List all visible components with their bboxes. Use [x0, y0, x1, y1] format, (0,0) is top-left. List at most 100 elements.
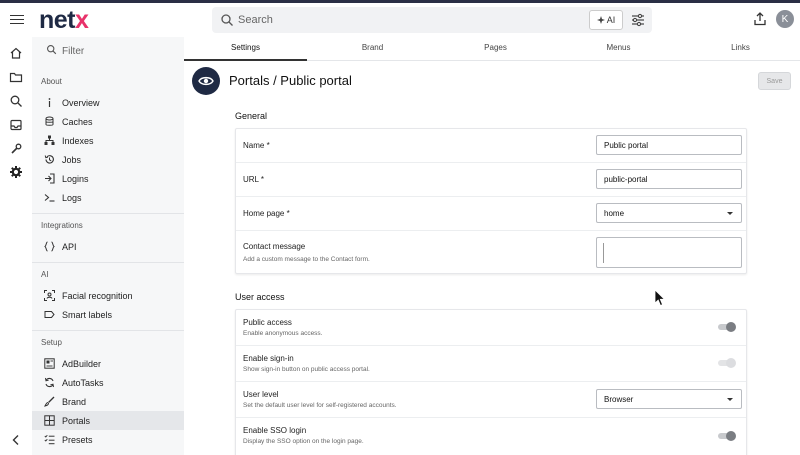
- sidebar-item-facial-recognition[interactable]: Facial recognition: [32, 286, 184, 305]
- hierarchy-icon: [44, 135, 55, 145]
- name-field[interactable]: [596, 135, 742, 155]
- contact-message-label: Contact message: [243, 242, 306, 251]
- enable-sign-in-description: Show sign-in button on public access por…: [243, 366, 370, 373]
- home-icon[interactable]: [9, 46, 23, 60]
- user-level-value: Browser: [604, 395, 634, 404]
- enable-sso-description: Display the SSO option on the login page…: [243, 438, 364, 445]
- name-row: Name *: [236, 129, 746, 163]
- public-access-label: Public access: [243, 318, 292, 327]
- sidebar-item-label: Brand: [62, 397, 87, 407]
- sidebar-item-adbuilder[interactable]: AdBuilder: [32, 354, 184, 373]
- sidebar-item-label: Presets: [62, 435, 93, 445]
- settings-tabs: Settings Brand Pages Menus Links: [184, 37, 800, 61]
- login-icon: [45, 173, 55, 184]
- sidebar-item-logins[interactable]: Logins: [32, 169, 184, 188]
- sidebar-item-label: Jobs: [62, 155, 82, 165]
- eye-icon: [198, 76, 214, 86]
- url-label: URL *: [243, 175, 265, 184]
- mouse-cursor-icon: [654, 289, 666, 307]
- refresh-icon: [45, 377, 54, 388]
- contact-message-row: Contact message Add a custom message to …: [236, 231, 746, 273]
- sidebar-item-label: Logins: [62, 174, 89, 184]
- search-icon[interactable]: [9, 94, 23, 108]
- settings-sidebar: About Overview Caches Indexes Jobs Login…: [32, 37, 184, 455]
- left-rail: [0, 37, 32, 455]
- chevron-left-icon[interactable]: [11, 434, 21, 446]
- toggle-knob: [726, 322, 736, 332]
- sparkle-icon: [596, 16, 605, 24]
- sidebar-filter: [46, 43, 176, 59]
- ai-button-label: AI: [606, 15, 616, 25]
- contact-message-textarea[interactable]: [596, 237, 742, 268]
- sidebar-item-caches[interactable]: Caches: [32, 112, 184, 131]
- section-heading-about: About: [41, 77, 62, 86]
- caret-down-icon: [727, 398, 733, 401]
- public-access-toggle[interactable]: [718, 322, 736, 332]
- sidebar-item-api[interactable]: API: [32, 237, 184, 256]
- avatar[interactable]: K: [776, 10, 794, 28]
- home-page-label: Home page *: [243, 209, 290, 218]
- search-input[interactable]: [238, 10, 588, 30]
- sidebar-item-logs[interactable]: Logs: [32, 188, 184, 207]
- braces-icon: [44, 241, 55, 252]
- upload-icon[interactable]: [753, 12, 767, 26]
- toggle-knob: [726, 358, 736, 368]
- url-field[interactable]: [596, 169, 742, 189]
- user-level-select[interactable]: Browser: [596, 389, 742, 409]
- gear-icon[interactable]: [9, 165, 23, 179]
- sidebar-divider: [32, 262, 184, 263]
- tab-links[interactable]: Links: [679, 37, 800, 61]
- section-heading-setup: Setup: [41, 338, 62, 347]
- info-icon: [48, 98, 51, 107]
- tab-settings[interactable]: Settings: [184, 37, 307, 61]
- sidebar-item-label: API: [62, 242, 77, 252]
- sidebar-item-jobs[interactable]: Jobs: [32, 150, 184, 169]
- tab-pages[interactable]: Pages: [434, 37, 557, 61]
- save-button[interactable]: Save: [758, 72, 791, 90]
- user-level-row: User level Set the default user level fo…: [236, 382, 746, 418]
- page-title: Portals / Public portal: [229, 73, 352, 88]
- enable-sso-row: Enable SSO login Display the SSO option …: [236, 418, 746, 454]
- tools-icon[interactable]: [9, 142, 23, 156]
- user-level-description: Set the default user level for self-regi…: [243, 402, 397, 409]
- netx-logo[interactable]: netx: [39, 5, 89, 35]
- hamburger-menu-icon[interactable]: [10, 12, 24, 26]
- sidebar-item-label: Indexes: [62, 136, 94, 146]
- section-title-user-access: User access: [235, 292, 285, 302]
- global-search: AI: [212, 7, 652, 33]
- tab-menus[interactable]: Menus: [557, 37, 680, 61]
- home-page-row: Home page * home: [236, 197, 746, 231]
- filter-input[interactable]: [62, 43, 172, 59]
- logo-accent-text: x: [75, 6, 89, 34]
- toggle-knob: [726, 431, 736, 441]
- section-heading-ai: AI: [41, 270, 49, 279]
- url-row: URL *: [236, 163, 746, 197]
- sidebar-item-portals[interactable]: Portals: [32, 411, 184, 430]
- search-icon: [47, 45, 57, 55]
- sidebar-item-label: Logs: [62, 193, 82, 203]
- home-page-value: home: [604, 209, 625, 218]
- checklist-icon: [44, 434, 55, 445]
- sidebar-item-indexes[interactable]: Indexes: [32, 131, 184, 150]
- sidebar-item-smart-labels[interactable]: Smart labels: [32, 305, 184, 324]
- sidebar-item-presets[interactable]: Presets: [32, 430, 184, 449]
- enable-sign-in-toggle[interactable]: [718, 358, 736, 368]
- sidebar-item-label: AutoTasks: [62, 378, 104, 388]
- adbuilder-icon: [44, 358, 55, 369]
- sidebar-divider: [32, 213, 184, 214]
- enable-sso-toggle[interactable]: [718, 431, 736, 441]
- search-icon: [221, 14, 233, 26]
- sliders-icon[interactable]: [629, 11, 647, 29]
- tab-brand[interactable]: Brand: [311, 37, 434, 61]
- ai-search-button[interactable]: AI: [589, 10, 623, 30]
- sidebar-item-label: Portals: [62, 416, 91, 426]
- folder-icon[interactable]: [9, 70, 23, 84]
- sidebar-item-label: Smart labels: [62, 310, 113, 320]
- enable-sign-in-label: Enable sign-in: [243, 354, 294, 363]
- public-access-description: Enable anonymous access.: [243, 330, 323, 337]
- sidebar-item-autotasks[interactable]: AutoTasks: [32, 373, 184, 392]
- inbox-icon[interactable]: [9, 118, 23, 132]
- sidebar-item-overview[interactable]: Overview: [32, 93, 184, 112]
- sidebar-item-brand[interactable]: Brand: [32, 392, 184, 411]
- home-page-select[interactable]: home: [596, 203, 742, 223]
